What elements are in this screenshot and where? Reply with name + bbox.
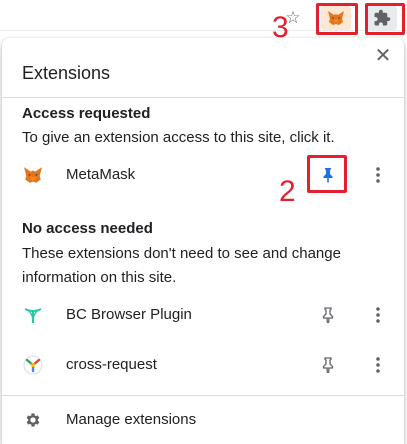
more-menu-button-bc-browser-plugin[interactable] [366, 303, 390, 327]
highlight-box-pin [307, 155, 347, 193]
bc-plugin-icon [22, 304, 44, 326]
cross-request-icon [22, 354, 44, 376]
highlight-box-extensions [365, 3, 405, 35]
extension-row-cross-request[interactable]: cross-request [2, 345, 404, 385]
more-vert-icon [376, 307, 380, 323]
more-menu-button-metamask[interactable] [366, 163, 390, 187]
manage-extensions-button[interactable]: Manage extensions [2, 400, 404, 440]
section-desc-access-requested: To give an extension access to this site… [22, 129, 335, 146]
extension-row-bc-browser-plugin[interactable]: BC Browser Plugin [2, 295, 404, 335]
pin-outline-icon [322, 307, 334, 323]
highlight-box-metamask [316, 3, 358, 35]
pin-button-cross-request[interactable] [316, 353, 340, 377]
pin-outline-icon [322, 357, 334, 373]
close-icon[interactable]: ✕ [373, 46, 393, 66]
panel-title: Extensions [22, 63, 111, 83]
divider [2, 97, 404, 98]
gear-icon [22, 409, 44, 431]
more-vert-icon [376, 167, 380, 183]
extension-name: cross-request [66, 356, 157, 373]
metamask-fox-icon [22, 164, 44, 186]
extension-name: MetaMask [66, 166, 136, 183]
extension-name: BC Browser Plugin [66, 306, 192, 323]
section-title-no-access: No access needed [22, 220, 153, 237]
annotation-2: 2 [279, 175, 296, 208]
pin-button-bc-browser-plugin[interactable] [316, 303, 340, 327]
section-title-access-requested: Access requested [22, 105, 151, 122]
more-vert-icon [376, 357, 380, 373]
extensions-popup: Extensions ✕ Access requested To give an… [2, 38, 404, 444]
manage-extensions-label: Manage extensions [66, 411, 197, 428]
more-menu-button-cross-request[interactable] [366, 353, 390, 377]
section-desc-no-access: These extensions don't need to see and c… [22, 245, 341, 286]
divider [2, 395, 404, 396]
